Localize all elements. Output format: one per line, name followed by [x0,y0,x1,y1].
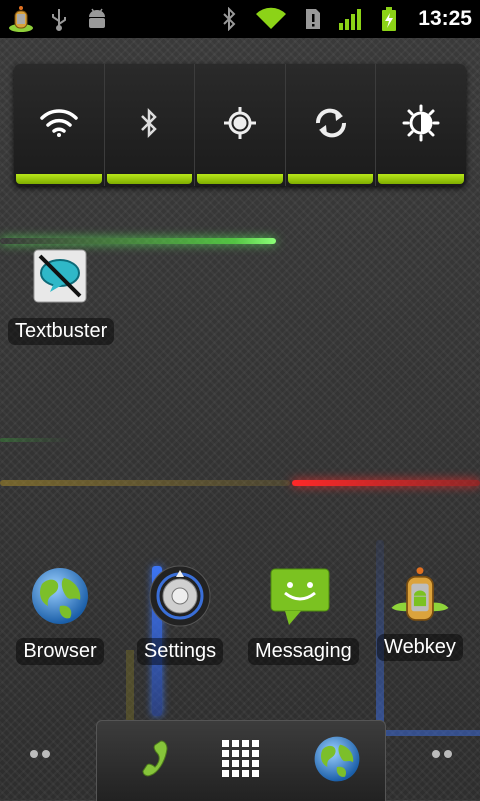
wifi-icon [39,108,79,142]
sync-toggle-button[interactable] [286,64,377,186]
signal-icon [338,6,364,32]
messaging-icon [268,564,332,628]
settings-label: Settings [136,638,224,665]
wallpaper-streak [0,480,290,486]
sync-icon [313,107,349,143]
textbuster-shortcut[interactable]: Textbuster [8,244,115,345]
settings-icon [148,564,212,628]
messaging-label: Messaging [248,638,359,665]
phone-icon [121,735,169,787]
sync-indicator [287,174,374,184]
wallpaper-streak [384,730,480,736]
page-indicator-right[interactable] [432,750,452,758]
webkey-label: Webkey [377,634,463,661]
textbuster-icon [28,244,92,308]
messaging-shortcut[interactable]: Messaging [248,564,359,665]
bluetooth-icon [216,6,242,32]
wifi-toggle-button[interactable] [14,64,105,186]
wallpaper-streak [292,480,480,486]
gps-toggle-button[interactable] [195,64,286,186]
wifi-icon [254,6,288,32]
browser-icon [313,735,361,787]
usb-icon [46,6,72,32]
brightness-indicator [378,174,464,184]
browser-shortcut[interactable]: Browser [10,564,110,665]
phone-button[interactable] [113,729,177,793]
globe-icon [28,564,92,628]
webkey-icon [8,6,34,32]
app-drawer-button[interactable] [209,729,273,793]
bluetooth-toggle-button[interactable] [105,64,196,186]
wifi-indicator [16,174,102,184]
webkey-icon [388,560,452,628]
brightness-icon [402,104,440,146]
browser-label: Browser [16,638,104,665]
brightness-toggle-button[interactable] [376,64,466,186]
clock: 13:25 [418,7,472,30]
battery-charging-icon [376,6,402,32]
notification-icons [0,6,110,32]
power-control-widget [14,64,466,186]
app-drawer-icon [221,739,261,783]
dock-browser-button[interactable] [305,729,369,793]
textbuster-label: Textbuster [8,318,115,345]
system-icons: 13:25 [216,0,472,38]
sd-card-alert-icon [300,6,326,32]
dock [96,720,386,801]
bluetooth-icon [138,107,160,143]
wallpaper-streak [0,438,70,442]
android-debug-icon [84,6,110,32]
status-bar[interactable]: 13:25 [0,0,480,38]
gps-icon [223,106,257,144]
webkey-shortcut[interactable]: Webkey [370,560,470,661]
settings-shortcut[interactable]: Settings [130,564,230,665]
page-indicator-left[interactable] [30,750,50,758]
gps-indicator [197,174,283,184]
bluetooth-indicator [106,174,193,184]
